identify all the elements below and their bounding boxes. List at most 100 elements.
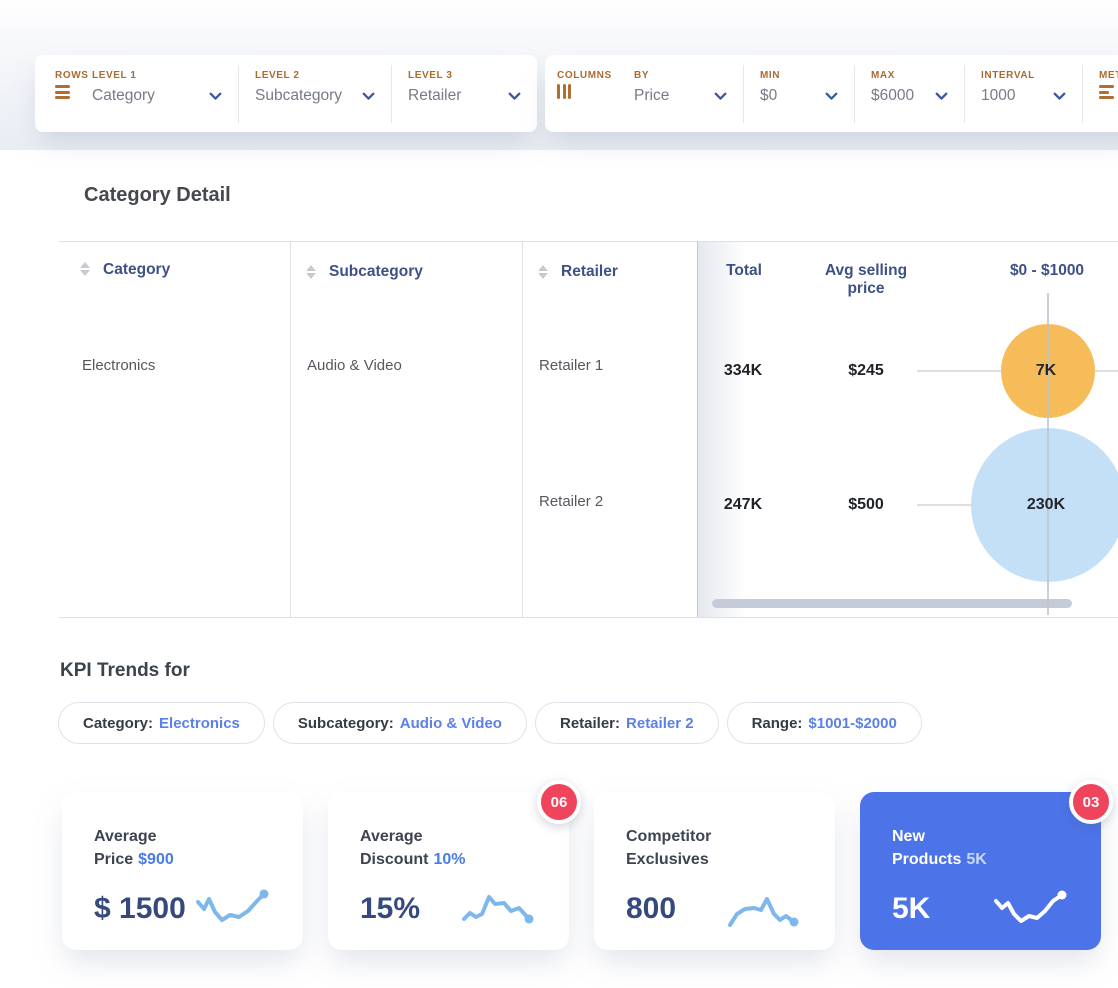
metrics-icon: [1099, 85, 1118, 99]
level1-dropdown[interactable]: LEVEL 1 Category: [92, 55, 238, 132]
bucket-axis-line: [1047, 293, 1049, 615]
notification-badge: 03: [1069, 780, 1113, 824]
max-value: $6000: [871, 87, 915, 104]
kpi-filter-pills: Category: Electronics Subcategory: Audio…: [58, 702, 922, 744]
pill-label: Range:: [751, 714, 803, 732]
panel-left-shadow: [698, 242, 746, 617]
level1-value: Category: [92, 87, 155, 104]
pill-label: Retailer:: [559, 714, 621, 732]
by-dropdown[interactable]: BY Price: [634, 55, 743, 132]
chevron-down-icon: [935, 92, 948, 100]
rows-toolbar: ROWS LEVEL 1 Category LEVEL 2 Subcategor…: [35, 55, 537, 132]
level1-label: LEVEL 1: [92, 70, 137, 81]
level2-label: LEVEL 2: [255, 70, 300, 81]
sort-subcategory-button[interactable]: [306, 265, 316, 279]
kpi-cards: Average Price $900 $ 1500 06 Average Disc…: [62, 780, 1113, 950]
filter-pill-subcategory[interactable]: Subcategory: Audio & Video: [272, 702, 527, 744]
column-divider: [522, 241, 523, 617]
card-title-line2: Discount: [360, 850, 429, 868]
sparkline: [728, 897, 799, 928]
kpi-card-average-price[interactable]: Average Price $900 $ 1500: [62, 792, 303, 950]
kpi-card-competitor-exclusives[interactable]: Competitor Exclusives 800: [594, 792, 835, 950]
chevron-down-icon: [508, 92, 521, 100]
cell-total: 334K: [723, 362, 763, 379]
column-header-total: Total: [726, 262, 762, 279]
card-inline-value: $900: [138, 850, 174, 868]
column-divider: [290, 241, 291, 617]
card-inline-value: 10%: [433, 850, 466, 868]
column-header-avg-price: Avg selling price: [824, 262, 908, 297]
cell-retailer[interactable]: Retailer 2: [539, 493, 603, 510]
sparkline: [462, 895, 534, 924]
table-bottom-border: [59, 617, 1118, 618]
cell-avg-price: $245: [848, 362, 884, 379]
card-title-line1: New: [892, 828, 925, 845]
filter-pill-retailer[interactable]: Retailer: Retailer 2: [534, 702, 719, 744]
sparkline: [994, 890, 1067, 924]
column-header-retailer: Retailer: [561, 263, 618, 280]
column-header-subcategory: Subcategory: [329, 263, 423, 280]
cell-subcategory[interactable]: Audio & Video: [307, 357, 402, 374]
by-label: BY: [634, 70, 650, 81]
rows-icon: [55, 85, 92, 99]
card-value: 5K: [892, 892, 931, 926]
filter-pill-range[interactable]: Range: $1001-$2000: [726, 702, 922, 744]
rows-label: ROWS: [55, 70, 89, 81]
filter-pill-category[interactable]: Category: Electronics: [58, 702, 265, 744]
card-title: Average Discount 10%: [360, 826, 539, 871]
page-title: Category Detail: [84, 184, 231, 206]
columns-icon: [557, 84, 634, 99]
horizontal-scrollbar[interactable]: [712, 599, 1072, 608]
columns-label: COLUMNS: [557, 70, 612, 81]
chevron-down-icon: [1053, 92, 1066, 100]
card-title-line2: Exclusives: [626, 850, 709, 868]
chevron-down-icon: [209, 92, 222, 100]
kpi-card-average-discount[interactable]: 06 Average Discount 10% 15%: [328, 780, 581, 950]
sparkline: [196, 889, 269, 923]
columns-section: COLUMNS: [545, 55, 634, 132]
max-dropdown[interactable]: MAX $6000: [855, 55, 964, 132]
card-title-line2: Products: [892, 850, 962, 868]
card-title: Average Price $900: [94, 826, 273, 871]
card-value: $ 1500: [94, 892, 186, 926]
level3-value: Retailer: [408, 87, 462, 104]
notification-badge: 06: [537, 780, 581, 824]
pill-label: Subcategory:: [297, 714, 394, 732]
pill-value: Electronics: [159, 714, 240, 732]
pill-value: Retailer 2: [626, 714, 694, 732]
by-value: Price: [634, 87, 670, 104]
level3-dropdown[interactable]: LEVEL 3 Retailer: [392, 55, 537, 132]
interval-value: 1000: [981, 87, 1016, 104]
column-header-bucket: $0 - $1000: [1009, 262, 1085, 279]
dashboard: ROWS LEVEL 1 Category LEVEL 2 Subcategor…: [0, 0, 1118, 988]
rows-section: ROWS: [35, 55, 92, 132]
cell-total: 247K: [723, 496, 763, 513]
sort-category-button[interactable]: [80, 262, 90, 276]
metrics-section[interactable]: MET: [1083, 55, 1118, 132]
cell-category[interactable]: Electronics: [82, 357, 155, 374]
columns-toolbar: COLUMNS BY Price MIN $0 MAX $6000 INTERV…: [545, 55, 1118, 132]
kpi-section-title: KPI Trends for: [60, 660, 190, 681]
level3-label: LEVEL 3: [408, 70, 453, 81]
chevron-down-icon: [825, 92, 838, 100]
kpi-card-new-products[interactable]: 03 New Products 5K 5K: [860, 780, 1113, 950]
interval-dropdown[interactable]: INTERVAL 1000: [965, 55, 1082, 132]
level2-dropdown[interactable]: LEVEL 2 Subcategory: [239, 55, 391, 132]
cell-avg-price: $500: [848, 496, 884, 513]
card-title-line1: Average: [94, 828, 157, 845]
min-value: $0: [760, 87, 778, 104]
metrics-label: MET: [1099, 70, 1118, 81]
level2-value: Subcategory: [255, 87, 343, 104]
bubble-value: 230K: [1026, 496, 1066, 513]
chevron-down-icon: [362, 92, 375, 100]
min-label: MIN: [760, 70, 781, 81]
chevron-down-icon: [714, 92, 727, 100]
pill-label: Category:: [83, 714, 154, 732]
cell-retailer[interactable]: Retailer 1: [539, 357, 603, 374]
card-title: Competitor Exclusives: [626, 826, 805, 871]
min-dropdown[interactable]: MIN $0: [744, 55, 854, 132]
column-header-category: Category: [103, 261, 171, 278]
sort-retailer-button[interactable]: [538, 265, 548, 279]
max-label: MAX: [871, 70, 896, 81]
table-top-border: [59, 241, 1118, 242]
